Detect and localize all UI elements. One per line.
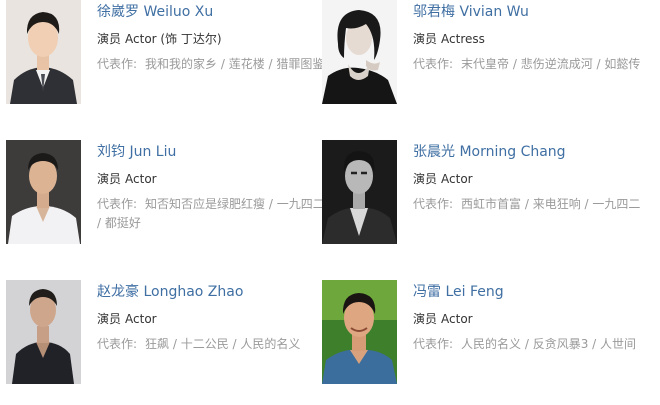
portrait-image (6, 140, 81, 244)
actor-role: 演员 Actress (413, 30, 643, 48)
actor-name-link[interactable]: 刘钧 Jun Liu (97, 142, 327, 162)
works-list: 末代皇帝 / 悲伤逆流成河 / 如懿传 (461, 57, 641, 71)
actor-photo[interactable] (6, 140, 81, 244)
role-value: Actor (125, 312, 157, 326)
portrait-image (322, 280, 397, 384)
cast-card: 邬君梅 Vivian Wu 演员 Actress 代表作: 末代皇帝 / 悲伤逆流成… (322, 0, 642, 110)
cast-card: 冯雷 Lei Feng 演员 Actor 代表作: 人民的名义 / 反贪风暴3 / … (322, 280, 642, 390)
actor-role: 演员 Actor (饰 丁达尔) (97, 30, 327, 48)
portrait-image (6, 0, 81, 104)
portrait-image (6, 280, 81, 384)
actor-photo[interactable] (6, 0, 81, 104)
cast-card: 张晨光 Morning Chang 演员 Actor 代表作: 西虹市首富 / 来电… (322, 140, 642, 250)
actor-photo[interactable] (322, 280, 397, 384)
actor-name-link[interactable]: 冯雷 Lei Feng (413, 282, 643, 302)
role-value: Actor (441, 312, 473, 326)
representative-works: 代表作: 知否知否应是绿肥红瘦 / 一九四二 / 都挺好 (97, 195, 327, 233)
role-value: Actor (125, 172, 157, 186)
actor-photo[interactable] (322, 0, 397, 104)
actor-name-link[interactable]: 徐崴罗 Weiluo Xu (97, 2, 327, 22)
works-list: 我和我的家乡 / 莲花楼 / 猎罪图鉴 (145, 57, 325, 71)
actor-role: 演员 Actor (97, 170, 327, 188)
role-label: 演员 (97, 172, 122, 186)
role-label: 演员 (413, 312, 438, 326)
works-label: 代表作: (97, 57, 138, 71)
representative-works: 代表作: 末代皇帝 / 悲伤逆流成河 / 如懿传 (413, 55, 643, 74)
representative-works: 代表作: 我和我的家乡 / 莲花楼 / 猎罪图鉴 (97, 55, 327, 74)
representative-works: 代表作: 人民的名义 / 反贪风暴3 / 人世间 (413, 335, 643, 354)
role-value: Actress (441, 32, 485, 46)
works-label: 代表作: (97, 337, 138, 351)
works-list: 西虹市首富 / 来电狂响 / 一九四二 (461, 197, 641, 211)
role-label: 演员 (97, 32, 122, 46)
actor-name-link[interactable]: 赵龙豪 Longhao Zhao (97, 282, 327, 302)
actor-role: 演员 Actor (413, 170, 643, 188)
works-label: 代表作: (413, 197, 454, 211)
representative-works: 代表作: 狂飙 / 十二公民 / 人民的名义 (97, 335, 327, 354)
cast-card: 赵龙豪 Longhao Zhao 演员 Actor 代表作: 狂飙 / 十二公民 /… (6, 280, 326, 390)
role-value: Actor (饰 丁达尔) (125, 32, 222, 46)
works-list: 人民的名义 / 反贪风暴3 / 人世间 (461, 337, 637, 351)
works-list: 狂飙 / 十二公民 / 人民的名义 (145, 337, 301, 351)
works-label: 代表作: (97, 197, 138, 211)
portrait-image (322, 0, 397, 104)
role-label: 演员 (413, 172, 438, 186)
cast-card: 徐崴罗 Weiluo Xu 演员 Actor (饰 丁达尔) 代表作: 我和我的家乡… (6, 0, 326, 110)
cast-card: 刘钧 Jun Liu 演员 Actor 代表作: 知否知否应是绿肥红瘦 / 一九四二… (6, 140, 326, 250)
portrait-image (322, 140, 397, 244)
actor-photo[interactable] (322, 140, 397, 244)
actor-role: 演员 Actor (97, 310, 327, 328)
actor-role: 演员 Actor (413, 310, 643, 328)
representative-works: 代表作: 西虹市首富 / 来电狂响 / 一九四二 (413, 195, 643, 214)
role-label: 演员 (97, 312, 122, 326)
role-value: Actor (441, 172, 473, 186)
actor-photo[interactable] (6, 280, 81, 384)
actor-name-link[interactable]: 邬君梅 Vivian Wu (413, 2, 643, 22)
works-label: 代表作: (413, 337, 454, 351)
actor-name-link[interactable]: 张晨光 Morning Chang (413, 142, 643, 162)
role-label: 演员 (413, 32, 438, 46)
works-label: 代表作: (413, 57, 454, 71)
